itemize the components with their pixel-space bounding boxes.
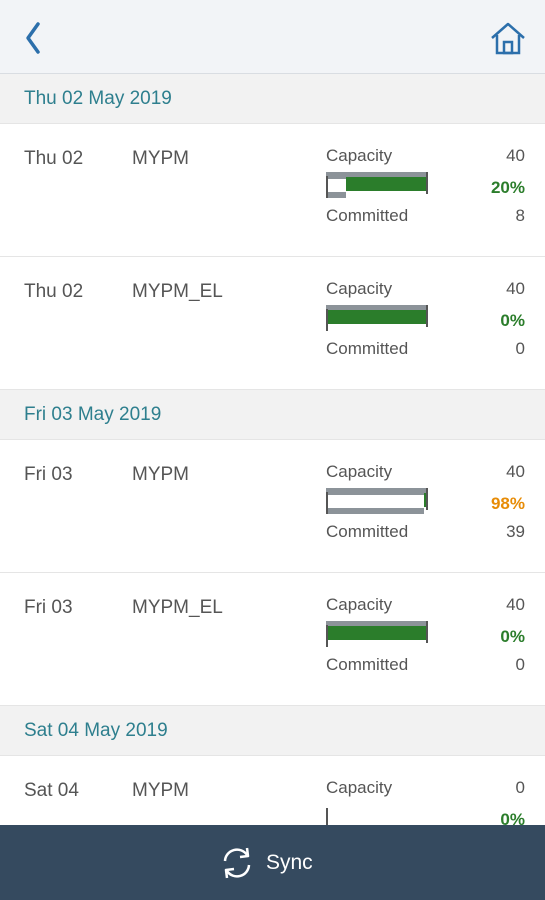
sync-button[interactable]: Sync xyxy=(218,843,313,883)
capacity-bar xyxy=(326,172,430,198)
bar-end-tick xyxy=(426,172,428,194)
capacity-bar xyxy=(326,621,430,647)
bar-start-tick xyxy=(326,625,328,647)
utilization-percent: 0% xyxy=(500,311,525,330)
list-item[interactable]: Thu 02 MYPM_EL Capacity 40 0% Committed 0 xyxy=(0,257,545,390)
item-name: MYPM xyxy=(132,780,189,801)
footer-toolbar: Sync xyxy=(0,825,545,900)
committed-value: 0 xyxy=(515,655,525,674)
committed-bar xyxy=(326,192,346,198)
home-icon xyxy=(491,22,525,55)
item-date: Fri 03 xyxy=(24,464,73,485)
available-bar-fill xyxy=(326,310,426,324)
committed-label: Committed xyxy=(326,522,409,541)
committed-bar xyxy=(326,508,424,514)
app-header xyxy=(0,0,545,74)
bar-end-tick xyxy=(426,305,428,327)
utilization-percent: 20% xyxy=(490,178,525,197)
utilization-percent: 0% xyxy=(500,810,525,825)
capacity-value: 40 xyxy=(506,279,525,298)
group-header: Sat 04 May 2019 xyxy=(0,706,545,756)
sync-icon xyxy=(223,847,251,879)
available-bar-fill xyxy=(346,177,426,191)
capacity-bar-track xyxy=(326,488,426,495)
bar-end-tick xyxy=(426,621,428,643)
bar-start-tick xyxy=(326,176,328,198)
list-item[interactable]: Fri 03 MYPM_EL Capacity 40 0% Committed 0 xyxy=(0,573,545,706)
chevron-left-icon xyxy=(26,22,40,54)
capacity-bar xyxy=(326,488,430,514)
capacity-label: Capacity xyxy=(326,279,393,298)
capacity-value: 0 xyxy=(515,778,525,797)
committed-label: Committed xyxy=(326,339,409,358)
capacity-value: 40 xyxy=(506,146,525,165)
capacity-value: 40 xyxy=(506,462,525,481)
available-bar-fill xyxy=(326,626,426,640)
capacity-label: Capacity xyxy=(326,462,393,481)
item-name: MYPM xyxy=(132,464,189,485)
bar-start-tick xyxy=(326,808,328,825)
capacity-label: Capacity xyxy=(326,146,393,165)
utilization-percent: 98% xyxy=(490,494,525,513)
capacity-value: 40 xyxy=(506,595,525,614)
capacity-bar xyxy=(326,305,430,331)
item-name: MYPM xyxy=(132,148,189,169)
committed-value: 39 xyxy=(506,522,525,541)
capacity-label: Capacity xyxy=(326,778,393,797)
bar-start-tick xyxy=(326,492,328,514)
item-date: Thu 02 xyxy=(24,148,84,169)
capacity-list: Thu 02 May 2019 Thu 02 MYPM Capacity 40 20% Co… xyxy=(0,74,545,825)
committed-value: 0 xyxy=(515,339,525,358)
bar-start-tick xyxy=(326,309,328,331)
item-date: Thu 02 xyxy=(24,281,84,302)
list-item[interactable]: Sat 04 MYPM Capacity 0 0% xyxy=(0,756,545,825)
home-button[interactable] xyxy=(488,20,528,56)
utilization-percent: 0% xyxy=(500,627,525,646)
group-header: Thu 02 May 2019 xyxy=(0,74,545,124)
item-name: MYPM_EL xyxy=(132,597,223,618)
back-button[interactable] xyxy=(18,18,54,58)
group-header: Fri 03 May 2019 xyxy=(0,390,545,440)
list-item[interactable]: Thu 02 MYPM Capacity 40 20% Committed 8 xyxy=(0,124,545,257)
item-name: MYPM_EL xyxy=(132,281,223,302)
committed-label: Committed xyxy=(326,655,409,674)
committed-value: 8 xyxy=(515,206,525,225)
list-item[interactable]: Fri 03 MYPM Capacity 40 98% Committed 39 xyxy=(0,440,545,573)
committed-label: Committed xyxy=(326,206,409,225)
sync-label: Sync xyxy=(266,851,313,874)
capacity-label: Capacity xyxy=(326,595,393,614)
bar-end-tick xyxy=(426,488,428,510)
item-date: Fri 03 xyxy=(24,597,73,618)
capacity-bar xyxy=(326,804,430,825)
item-date: Sat 04 xyxy=(24,780,79,801)
